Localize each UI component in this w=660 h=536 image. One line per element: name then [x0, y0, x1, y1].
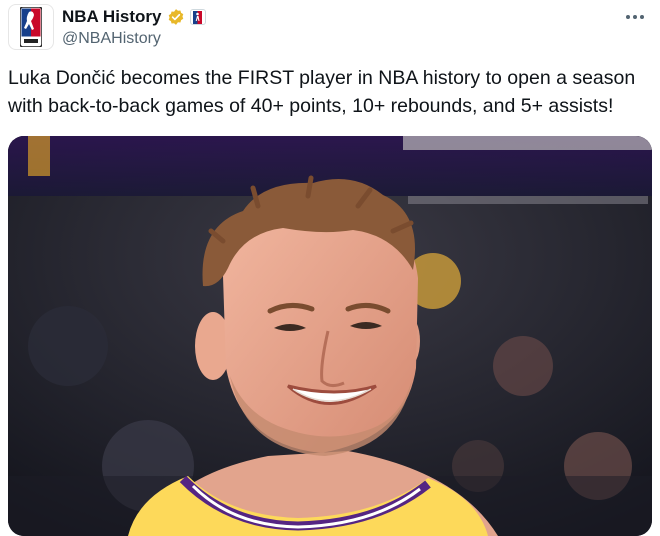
nba-logo-icon: [193, 10, 202, 24]
affiliate-badge[interactable]: [189, 9, 206, 25]
author-display-name[interactable]: NBA History: [62, 7, 162, 27]
tweet-card[interactable]: NBA History @NBAHistory Luka Dončić beco…: [0, 0, 660, 536]
tweet-text: Luka Dončić becomes the FIRST player in …: [8, 67, 636, 117]
more-options-button[interactable]: [620, 4, 650, 30]
tweet-header: NBA History @NBAHistory: [8, 4, 658, 50]
tweet-photo[interactable]: [8, 136, 652, 536]
player-photo: [8, 136, 652, 536]
nba-logo-icon: [20, 7, 42, 47]
author-name-line: NBA History: [62, 6, 206, 28]
more-dots-icon: [626, 15, 644, 19]
author-avatar[interactable]: [8, 4, 54, 50]
author-handle[interactable]: @NBAHistory: [62, 30, 161, 48]
verified-badge-icon: [167, 8, 185, 26]
